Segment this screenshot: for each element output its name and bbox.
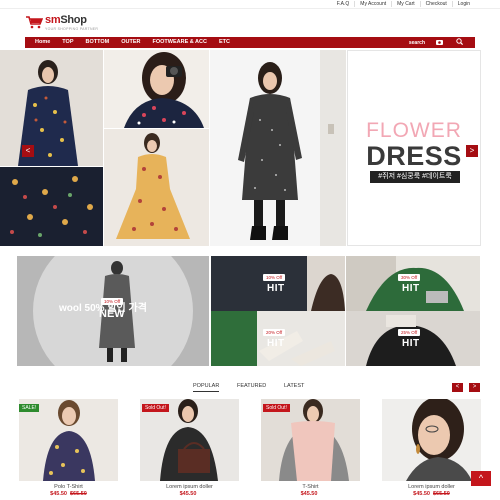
tab-popular[interactable]: POPULAR: [193, 383, 220, 392]
top-links: F.A.Q My Account My Cart Checkout Login: [332, 1, 475, 7]
faq-link[interactable]: F.A.Q: [332, 1, 355, 7]
checkout-link[interactable]: Checkout: [419, 1, 452, 7]
nav-item-footwear-acc[interactable]: FOOTWEARE & ACC: [146, 37, 213, 48]
product-name[interactable]: T-Shirt: [261, 484, 360, 490]
nav-item-top[interactable]: TOP: [56, 37, 79, 48]
my-cart-link[interactable]: My Cart: [391, 1, 420, 7]
hero-photo-main-model[interactable]: [210, 50, 346, 246]
logo-name-part-a: sm: [45, 14, 61, 26]
hero-photo-floral-skirt[interactable]: [0, 167, 103, 246]
product-name[interactable]: Lorem ipsum doller: [140, 484, 239, 490]
back-to-top-button[interactable]: ^: [471, 471, 491, 486]
logo-name-part-b: Shop: [60, 14, 87, 26]
price-current: $45.50: [179, 491, 197, 497]
carousel-prev-button[interactable]: <: [452, 383, 463, 392]
price-old: $65.50: [70, 491, 87, 497]
promo-tile-4-label: HIT: [402, 338, 420, 349]
banner-title-line1: FLOWER: [366, 119, 462, 142]
product-image[interactable]: [382, 399, 481, 481]
promo-tile-3-label: HIT: [267, 338, 285, 349]
promo-tile-1-badge: 10% Off: [263, 274, 286, 281]
nav-item-etc[interactable]: ETC: [213, 37, 236, 48]
logo-tagline: YOUR SHOPPING PARTNER: [45, 27, 99, 31]
promo-tile-2-label: HIT: [402, 283, 420, 294]
banner-slide[interactable]: FLOWER DRESS #쥐저 #심쿵룩 #데이트룩: [347, 50, 481, 246]
nav-item-home[interactable]: Home: [25, 37, 56, 48]
product-price: $45.50 $65.50: [19, 491, 118, 497]
product-tabs: POPULAR FEATURED LATEST: [0, 380, 500, 394]
main-nav: Home TOP BOTTOM OUTER FOOTWEARE & ACC ET…: [25, 37, 475, 48]
promo-big-badge: 10% Off: [101, 298, 124, 305]
product-list: SALE! Polo T-Shirt $45.50 $65.50 Sold Out…: [0, 399, 500, 500]
product-price: $45.50: [261, 491, 360, 497]
product-name[interactable]: Polo T-Shirt: [19, 484, 118, 490]
price-current: $45.50: [50, 491, 67, 497]
price-old: $65.50: [433, 491, 450, 497]
promo-tile-1-label: HIT: [267, 283, 285, 294]
carousel-next-button[interactable]: >: [469, 383, 480, 392]
banner-hashtags: #쥐저 #심쿵룩 #데이트룩: [370, 171, 460, 183]
product-card[interactable]: Sold Out! Lorem ipsum doller $45.50: [140, 399, 239, 500]
shopping-cart-icon: [26, 16, 43, 29]
nav-item-bottom[interactable]: BOTTOM: [80, 37, 116, 48]
login-link[interactable]: Login: [451, 1, 475, 7]
hero-photo-yellow-floral-dress[interactable]: [104, 129, 209, 246]
promo-grid: wool 50% 할인 가격 10% Off NEW 10% Off HIT 3…: [17, 256, 480, 366]
my-account-link[interactable]: My Account: [354, 1, 391, 7]
promo-tile-2-badge: 30% Off: [398, 274, 421, 281]
price-current: $45.50: [413, 491, 430, 497]
promo-tile-3-badge: 20% Off: [263, 329, 286, 336]
product-card[interactable]: SALE! Polo T-Shirt $45.50 $65.50: [19, 399, 118, 500]
product-price: $45.50: [140, 491, 239, 497]
nav-search-label[interactable]: search: [409, 40, 425, 46]
price-current: $45.50: [300, 491, 318, 497]
promo-tile-4-badge: 25% Off: [398, 329, 421, 336]
banner-title-line2: DRESS: [366, 141, 462, 171]
top-utility-bar: F.A.Q My Account My Cart Checkout Login: [0, 0, 500, 9]
slider-next-button[interactable]: >: [466, 145, 478, 157]
promo-tile-2[interactable]: 30% Off HIT: [346, 256, 480, 311]
sold-out-badge: Sold Out!: [142, 404, 169, 412]
hero-photo-floral-dress-navy[interactable]: [0, 50, 103, 166]
slider-prev-button[interactable]: <: [22, 145, 34, 157]
promo-tile-4[interactable]: 25% Off HIT: [346, 311, 480, 366]
logo[interactable]: smShop YOUR SHOPPING PARTNER: [25, 15, 98, 31]
header: smShop YOUR SHOPPING PARTNER: [0, 9, 500, 37]
camera-icon[interactable]: [435, 39, 443, 47]
sale-badge: SALE!: [19, 404, 40, 412]
sold-out-badge: Sold Out!: [263, 404, 290, 412]
search-icon[interactable]: [455, 38, 463, 47]
product-price: $45.50 $65.50: [382, 491, 481, 497]
promo-big-banner[interactable]: wool 50% 할인 가격 10% Off NEW: [17, 256, 209, 366]
promo-big-word: NEW: [99, 308, 125, 320]
tab-featured[interactable]: FEATURED: [237, 383, 266, 389]
product-card[interactable]: Lorem ipsum doller $45.50 $65.50: [382, 399, 481, 500]
promo-tile-3[interactable]: 20% Off HIT: [211, 311, 345, 366]
nav-item-outer[interactable]: OUTER: [115, 37, 146, 48]
promo-tile-1[interactable]: 10% Off HIT: [211, 256, 345, 311]
tab-latest[interactable]: LATEST: [284, 383, 304, 389]
product-name[interactable]: Lorem ipsum doller: [382, 484, 481, 490]
hero-photo-camera-girl[interactable]: [104, 50, 209, 128]
logo-name: smShop: [45, 15, 98, 26]
product-card[interactable]: Sold Out! T-Shirt $45.50: [261, 399, 360, 500]
